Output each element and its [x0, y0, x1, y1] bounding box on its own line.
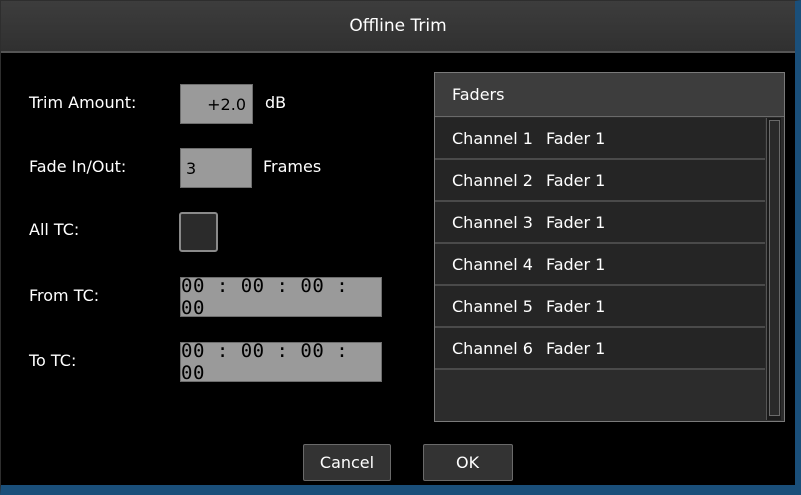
fade-unit-label: Frames: [263, 157, 322, 176]
trim-amount-label: Trim Amount:: [29, 93, 137, 112]
fader-list-item[interactable]: Channel 4 Fader 1: [435, 244, 765, 286]
dialog-title: Offline Trim: [349, 16, 447, 36]
fade-label: Fade In/Out:: [29, 157, 127, 176]
faders-list-rows: Channel 1 Fader 1 Channel 2 Fader 1 Chan…: [435, 118, 765, 370]
channel-label: Channel 2: [452, 170, 533, 190]
cancel-button[interactable]: Cancel: [303, 444, 391, 481]
fader-label: Fader 1: [545, 254, 606, 274]
fader-list-item[interactable]: Channel 2 Fader 1: [435, 160, 765, 202]
channel-label: Channel 3: [452, 212, 533, 232]
fader-label: Fader 1: [545, 128, 606, 148]
fader-label: Fader 1: [545, 170, 606, 190]
fade-input[interactable]: 3: [180, 148, 252, 188]
fader-label: Fader 1: [545, 212, 606, 232]
ok-button[interactable]: OK: [423, 444, 513, 481]
title-bar[interactable]: Offline Trim: [1, 1, 795, 53]
to-tc-label: To TC:: [29, 351, 77, 370]
fader-list-item[interactable]: Channel 6 Fader 1: [435, 328, 765, 370]
channel-label: Channel 6: [452, 338, 533, 358]
from-tc-input[interactable]: 00 : 00 : 00 : 00: [180, 275, 382, 319]
channel-label: Channel 1: [452, 128, 533, 148]
all-tc-checkbox[interactable]: [179, 212, 218, 252]
offline-trim-dialog: Offline Trim Trim Amount: +2.0 dB Fade I…: [0, 0, 801, 495]
fader-label: Fader 1: [545, 338, 606, 358]
channel-label: Channel 5: [452, 296, 533, 316]
fader-list-item[interactable]: Channel 5 Fader 1: [435, 286, 765, 328]
trim-unit-label: dB: [265, 93, 287, 112]
from-tc-label: From TC:: [29, 286, 100, 305]
fader-list-item[interactable]: Channel 3 Fader 1: [435, 202, 765, 244]
fader-label: Fader 1: [545, 296, 606, 316]
channel-label: Channel 4: [452, 254, 533, 274]
all-tc-label: All TC:: [29, 220, 80, 239]
to-tc-input[interactable]: 00 : 00 : 00 : 00: [180, 340, 382, 384]
fader-list-item[interactable]: Channel 1 Fader 1: [435, 118, 765, 160]
trim-amount-input[interactable]: +2.0: [180, 84, 253, 124]
faders-list[interactable]: Faders Channel 1 Fader 1 Channel 2 Fader…: [434, 72, 785, 422]
scrollbar-thumb[interactable]: [769, 120, 780, 416]
faders-list-header: Faders: [435, 73, 784, 117]
faders-list-scrollbar[interactable]: [766, 118, 781, 420]
